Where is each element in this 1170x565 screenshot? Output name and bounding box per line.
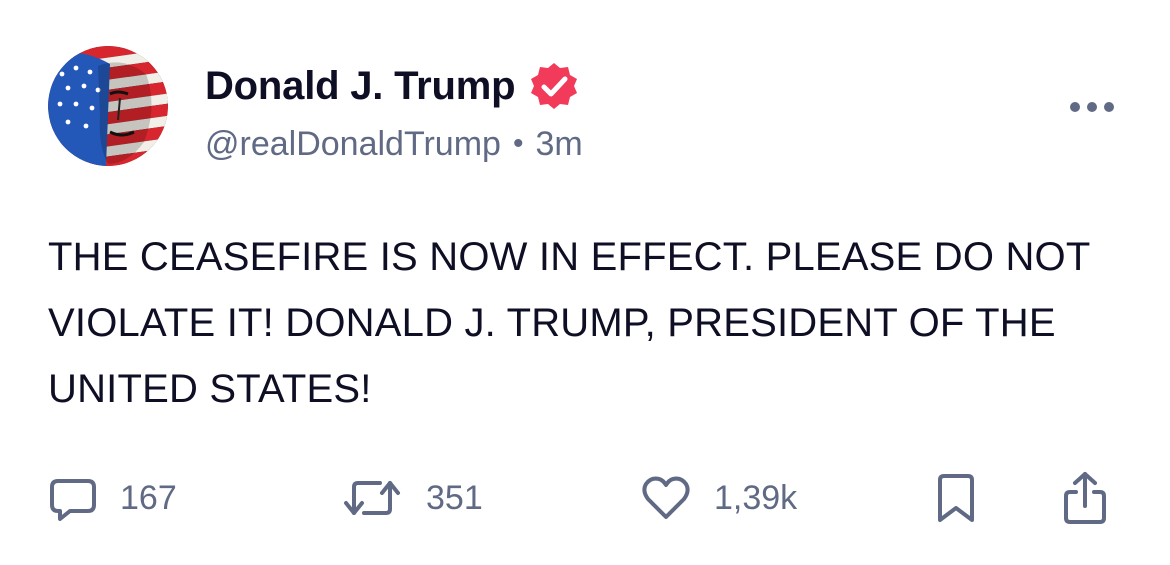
more-options-button[interactable] [1062, 92, 1122, 122]
reply-count: 167 [120, 478, 177, 517]
author-meta-row: @realDonaldTrump • 3m [205, 122, 583, 166]
bookmark-icon [938, 474, 974, 522]
avatar[interactable] [48, 46, 168, 166]
meta-separator: • [512, 127, 524, 160]
reply-icon [50, 479, 96, 521]
restruth-count: 351 [426, 478, 483, 517]
heart-icon [642, 476, 690, 519]
share-button[interactable] [1060, 470, 1110, 526]
author-handle[interactable]: @realDonaldTrump [205, 125, 501, 164]
verified-badge-icon [529, 61, 579, 111]
more-dots-icon [1070, 102, 1114, 112]
avatar-image [48, 46, 168, 166]
like-button[interactable]: 1,39k [640, 470, 797, 526]
post-body-text: THE CEASEFIRE IS NOW IN EFFECT. PLEASE D… [48, 235, 1090, 411]
bookmark-button[interactable] [936, 470, 976, 526]
post-actions-bar: 167 351 1,39k [48, 470, 1128, 526]
restruth-icon [344, 481, 400, 515]
author-display-name[interactable]: Donald J. Trump [205, 64, 516, 109]
restruth-button[interactable]: 351 [340, 470, 483, 526]
post-card: Donald J. Trump @realDonaldTrump • 3m TH… [0, 0, 1170, 565]
author-name-row: Donald J. Trump [205, 60, 579, 112]
share-icon [1064, 472, 1106, 524]
post-timestamp[interactable]: 3m [535, 125, 582, 164]
reply-button[interactable]: 167 [48, 470, 177, 526]
like-count: 1,39k [714, 478, 798, 517]
